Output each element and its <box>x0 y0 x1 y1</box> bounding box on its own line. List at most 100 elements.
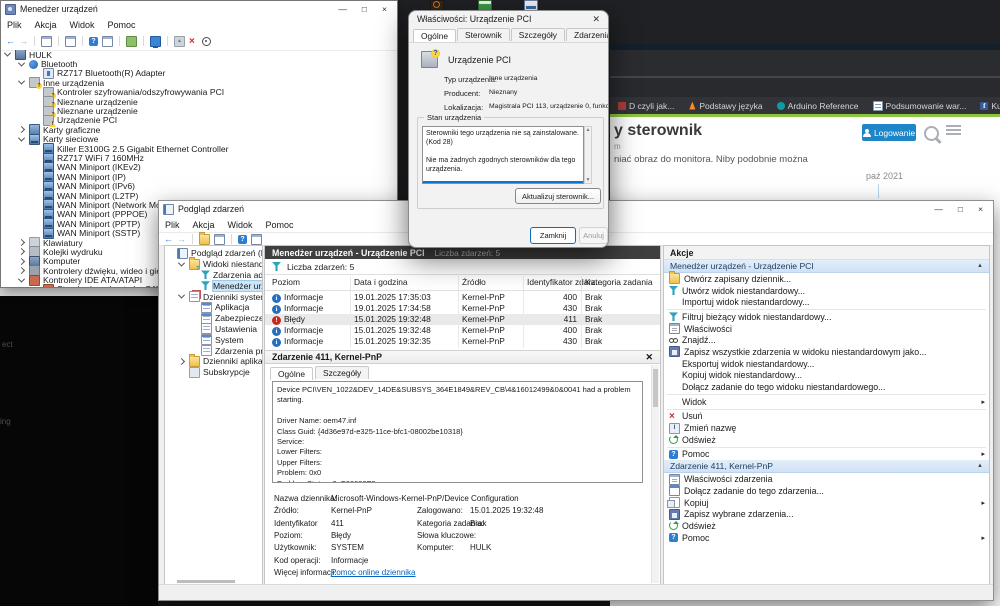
action-item-zapisz-wybrane-zdarzenia[interactable]: Zapisz wybrane zdarzenia... <box>664 508 989 520</box>
tab-szczegóły[interactable]: Szczegóły <box>511 28 565 41</box>
action-item-pomoc[interactable]: Pomoc▸ <box>664 449 989 461</box>
action-item-odśwież[interactable]: Odśwież <box>664 434 989 446</box>
chevron-down-icon[interactable] <box>18 59 25 66</box>
maximize-button[interactable]: □ <box>958 204 963 214</box>
monitor-icon[interactable] <box>150 36 161 47</box>
tree-item[interactable]: Menedżer urządzeń - Urz <box>165 280 262 291</box>
chevron-right-icon[interactable] <box>18 239 25 246</box>
chevron-down-icon[interactable] <box>18 134 25 141</box>
tab-szczegóły[interactable]: Szczegóły <box>315 366 369 379</box>
bookmark-kurs-arduino-#2[interactable]: Kurs Arduino - #2 -... <box>980 101 1000 111</box>
action-item-kopiuj-widok-niestandardowy[interactable]: Kopiuj widok niestandardowy... <box>664 370 989 382</box>
status-scrollbar[interactable]: ▲▼ <box>584 126 592 184</box>
bookmark-d-czyli-jak[interactable]: D czyli jak... <box>618 101 674 111</box>
open-folder-icon[interactable] <box>199 234 210 245</box>
vertical-scrollbar[interactable] <box>651 365 659 583</box>
devices-icon[interactable] <box>126 36 137 47</box>
chevron-down-icon[interactable] <box>4 50 11 57</box>
tree-item[interactable]: WAN Miniport (IPv6) <box>1 181 397 190</box>
action-item-pomoc[interactable]: Pomoc▸ <box>664 532 989 544</box>
action-item-kopiuj[interactable]: Kopiuj▸ <box>664 497 989 509</box>
tree-item[interactable]: Subskrypcje <box>165 367 262 378</box>
window-icon[interactable] <box>214 234 225 245</box>
event-row[interactable]: Błędy15.01.2025 19:32:48Kernel-PnP411Bra… <box>265 314 660 325</box>
tree-item[interactable]: WAN Miniport (IP) <box>1 172 397 181</box>
chevron-down-icon[interactable] <box>178 259 185 266</box>
menu-item-akcja[interactable]: Akcja <box>35 20 57 30</box>
tree-item[interactable]: Nieznane urządzenie <box>1 106 397 115</box>
tree-item[interactable]: Bluetooth <box>1 59 397 68</box>
driver-up-icon[interactable] <box>174 36 185 47</box>
tree-item[interactable]: Aplikacja <box>165 302 262 313</box>
actions-section-header[interactable]: Zdarzenie 411, Kernel-PnP▲ <box>664 460 989 473</box>
tree-item[interactable]: RZ717 WiFi 7 160MHz <box>1 153 397 162</box>
actions-section-header[interactable]: Menedżer urządzeń - Urządzenie PCI▲ <box>664 260 989 273</box>
close-button[interactable]: × <box>382 4 387 14</box>
tree-item[interactable]: Zabezpieczenia <box>165 313 262 324</box>
forward-icon[interactable] <box>19 37 28 46</box>
menu-item-pomoc[interactable]: Pomoc <box>266 220 294 230</box>
column-header-źródło[interactable]: Źródło <box>462 277 486 287</box>
chevron-right-icon[interactable] <box>18 267 25 274</box>
tab-ogólne[interactable]: Ogólne <box>413 29 456 42</box>
window-icon[interactable] <box>65 36 76 47</box>
action-item-importuj-widok-niestandardowy[interactable]: Importuj widok niestandardowy... <box>664 296 989 308</box>
action-item-filtruj-bieżący-widok-niestandardowy[interactable]: Filtruj bieżący widok niestandardowy... <box>664 311 989 323</box>
tree-item[interactable]: Podgląd zdarzeń (Lokalny) <box>165 248 262 259</box>
menu-item-pomoc[interactable]: Pomoc <box>108 20 136 30</box>
tree-item[interactable]: Dzienniki systemu Windows <box>165 291 262 302</box>
action-item-znajdź[interactable]: Znajdź... <box>664 334 989 346</box>
menu-item-plik[interactable]: Plik <box>165 220 180 230</box>
tree-item[interactable]: Inne urządzenia <box>1 78 397 87</box>
menu-item-plik[interactable]: Plik <box>7 20 22 30</box>
tree-item[interactable]: Zdarzenia administracyjn <box>165 270 262 281</box>
tree-item[interactable]: WAN Miniport (IKEv2) <box>1 163 397 172</box>
menu-item-widok[interactable]: Widok <box>70 20 95 30</box>
collapse-icon[interactable]: ▲ <box>977 263 983 269</box>
tree-item[interactable]: Dzienniki aplikacji i usług <box>165 356 262 367</box>
tree-item[interactable]: Karty sieciowe <box>1 135 397 144</box>
search-icon[interactable] <box>924 126 939 141</box>
tree-item[interactable]: HULK <box>1 50 397 59</box>
action-item-odśwież[interactable]: Odśwież <box>664 520 989 532</box>
chevron-down-icon[interactable] <box>18 78 25 85</box>
tree-item[interactable]: Kontroler szyfrowania/odszyfrowywania PC… <box>1 88 397 97</box>
action-item-otwórz-zapisany-dziennik[interactable]: Otwórz zapisany dziennik... <box>664 273 989 285</box>
collapse-icon[interactable]: ▲ <box>977 463 983 469</box>
close-button[interactable]: × <box>978 204 983 214</box>
minimize-button[interactable]: — <box>338 4 347 14</box>
horizontal-scrollbar[interactable] <box>177 580 235 583</box>
scroll-up-icon[interactable]: ▲ <box>585 127 591 133</box>
tree-item[interactable]: Ustawienia <box>165 324 262 335</box>
action-item-utwórz-widok-niestandardowy[interactable]: Utwórz widok niestandardowy... <box>664 285 989 297</box>
tab-zdarzenia[interactable]: Zdarzenia <box>566 28 609 41</box>
tree-item[interactable]: RZ717 Bluetooth(R) Adapter <box>1 69 397 78</box>
tree-item[interactable]: System <box>165 334 262 345</box>
action-item-zapisz-wszystkie-zdarzenia-w-widoku-niestandardowym-jako[interactable]: Zapisz wszystkie zdarzenia w widoku nies… <box>664 346 989 358</box>
bookmark-arduino-reference[interactable]: Arduino Reference <box>777 101 859 111</box>
event-row[interactable]: Informacje19.01.2025 17:34:58Kernel-PnP4… <box>265 303 660 314</box>
tree-item[interactable]: Widoki niestandardowe <box>165 259 262 270</box>
event-row[interactable]: Informacje15.01.2025 19:32:48Kernel-PnP4… <box>265 325 660 336</box>
action-item-eksportuj-widok-niestandardowy[interactable]: Eksportuj widok niestandardowy... <box>664 358 989 370</box>
close-button[interactable]: Zamknij <box>530 227 576 244</box>
tree-item[interactable]: Karty graficzne <box>1 125 397 134</box>
help-icon[interactable] <box>89 37 98 46</box>
menu-item-widok[interactable]: Widok <box>228 220 253 230</box>
chevron-right-icon[interactable] <box>18 126 25 133</box>
tree-item[interactable]: Zdarzenia przesyłane dal <box>165 345 262 356</box>
menu-item-akcja[interactable]: Akcja <box>193 220 215 230</box>
action-item-właściwości[interactable]: Właściwości <box>664 323 989 335</box>
chevron-down-icon[interactable] <box>178 292 185 299</box>
window-icon[interactable] <box>102 36 113 47</box>
update-driver-button[interactable]: Aktualizuj sterownik... <box>515 188 601 204</box>
action-item-dołącz-zadanie-do-tego-widoku-niestandardowego[interactable]: Dołącz zadanie do tego widoku niestandar… <box>664 381 989 393</box>
tree-item[interactable]: Urządzenie PCI <box>1 116 397 125</box>
action-item-właściwości-zdarzenia[interactable]: Właściwości zdarzenia <box>664 473 989 485</box>
tab-ogólne[interactable]: Ogólne <box>270 367 313 380</box>
scan-icon[interactable] <box>202 37 211 46</box>
device-status-text[interactable]: Sterowniki tego urządzenia nie są zainst… <box>422 126 584 184</box>
event-row[interactable]: Informacje19.01.2025 17:35:03Kernel-PnP4… <box>265 292 660 303</box>
action-item-zmień-nazwę[interactable]: Zmień nazwę <box>664 422 989 434</box>
delete-icon[interactable] <box>189 37 198 46</box>
